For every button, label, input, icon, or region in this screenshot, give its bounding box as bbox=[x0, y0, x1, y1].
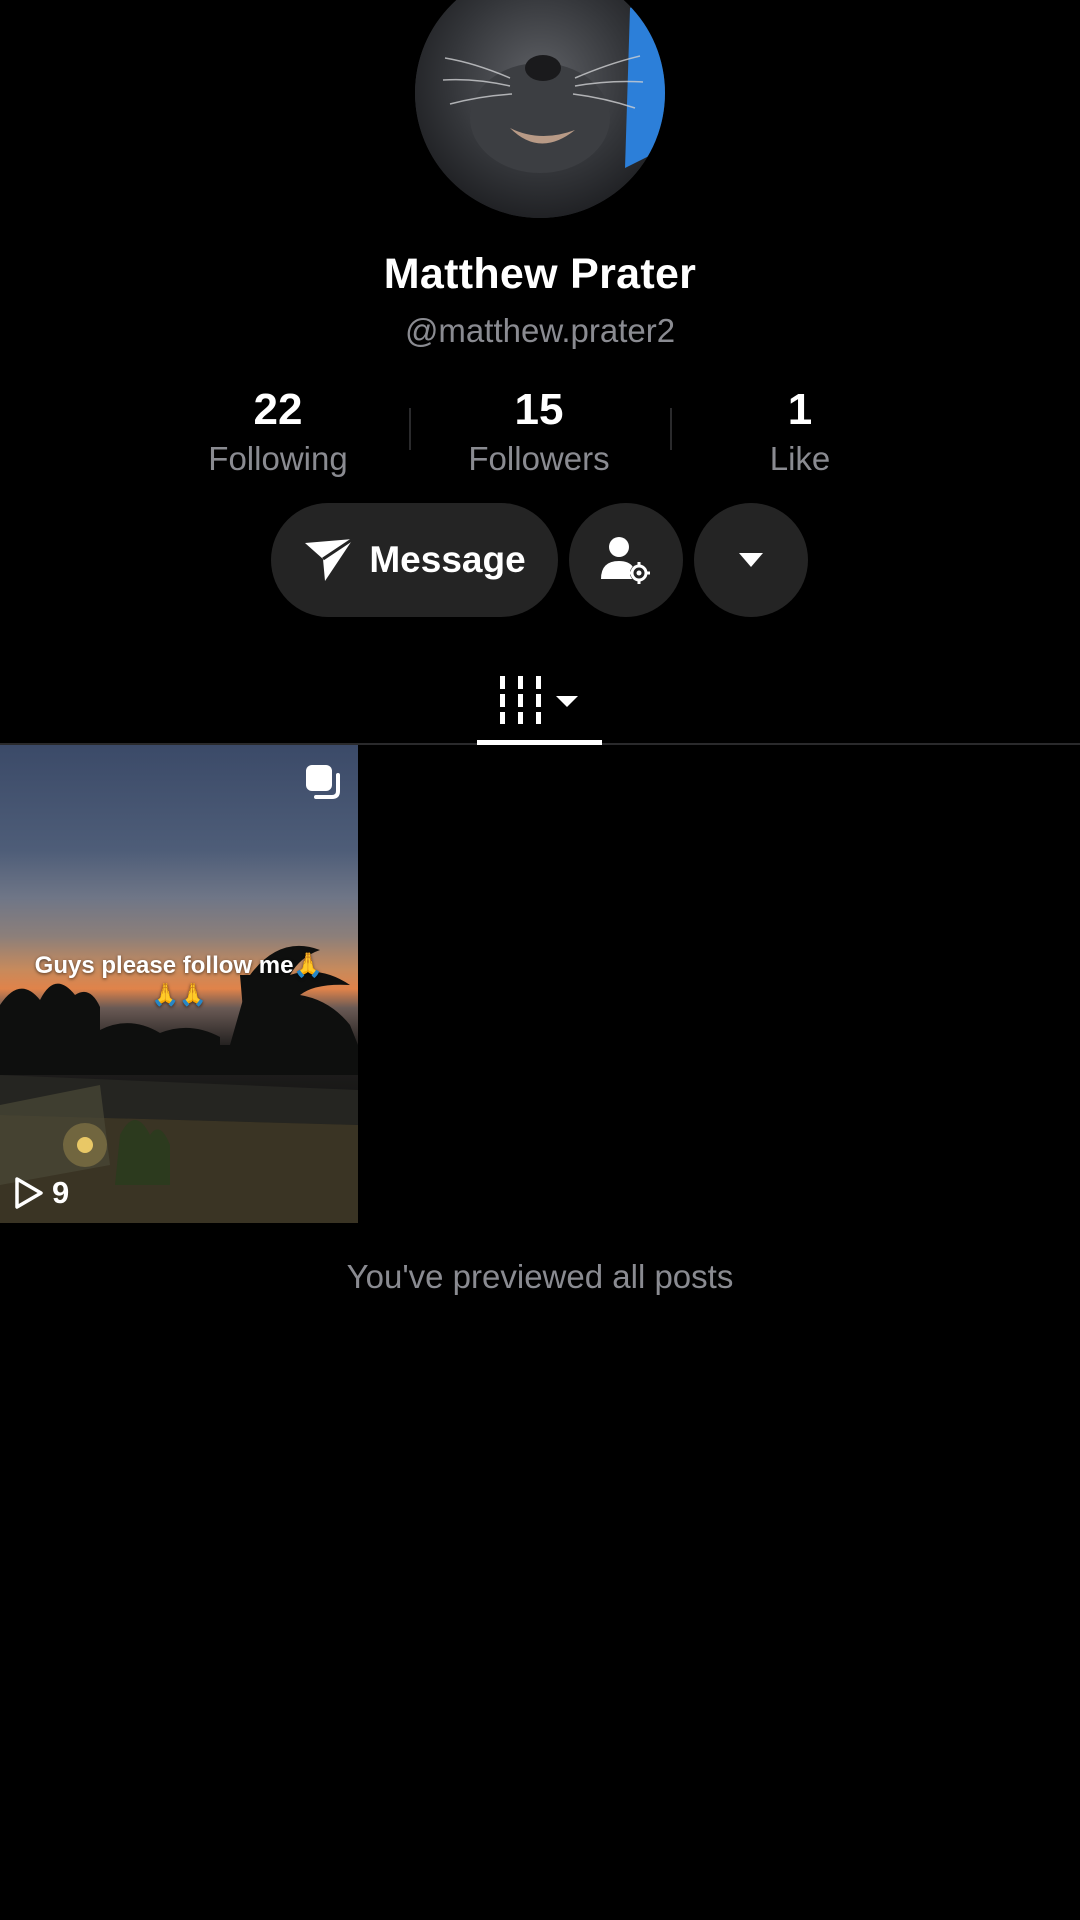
videos-grid-icon bbox=[499, 676, 578, 724]
post-caption-emoji: 🙏🙏 bbox=[151, 982, 207, 1007]
profile-avatar[interactable] bbox=[415, 0, 665, 218]
multi-photo-icon bbox=[306, 765, 340, 799]
follow-settings-button[interactable] bbox=[569, 503, 683, 617]
view-count: 9 bbox=[14, 1175, 69, 1211]
display-name: Matthew Prater bbox=[383, 250, 697, 298]
more-options-button[interactable] bbox=[694, 503, 808, 617]
send-icon bbox=[305, 537, 355, 581]
likes-label: Like bbox=[769, 440, 831, 477]
following-label: Following bbox=[208, 440, 348, 477]
followers-label: Followers bbox=[468, 440, 610, 477]
play-icon bbox=[15, 1177, 43, 1209]
followers-count: 15 bbox=[514, 385, 564, 434]
message-button[interactable]: Message bbox=[271, 503, 558, 617]
message-label: Message bbox=[369, 539, 526, 580]
stat-following[interactable]: 22 Following bbox=[178, 384, 378, 480]
stat-divider bbox=[409, 408, 411, 450]
stat-followers[interactable]: 15 Followers bbox=[439, 384, 639, 480]
view-count-value: 9 bbox=[52, 1175, 70, 1210]
caret-down-icon bbox=[739, 553, 763, 567]
end-of-posts-note: You've previewed all posts bbox=[346, 1258, 734, 1295]
seal-avatar-image bbox=[415, 0, 665, 218]
username-handle: @matthew.prater2 bbox=[404, 312, 676, 349]
post-thumbnail[interactable]: Guys please follow me🙏 🙏🙏 9 bbox=[0, 745, 358, 1223]
user-settings-icon bbox=[601, 537, 650, 584]
active-tab-indicator bbox=[477, 740, 602, 745]
stat-likes[interactable]: 1 Like bbox=[700, 384, 900, 480]
profile-tab-bar bbox=[0, 655, 1080, 745]
likes-count: 1 bbox=[787, 385, 813, 434]
following-count: 22 bbox=[253, 385, 303, 434]
tab-videos[interactable] bbox=[477, 655, 602, 745]
post-caption: Guys please follow me🙏 🙏🙏 bbox=[0, 950, 358, 1008]
stat-divider bbox=[670, 408, 672, 450]
post-caption-text: Guys please follow me🙏 bbox=[34, 952, 324, 979]
